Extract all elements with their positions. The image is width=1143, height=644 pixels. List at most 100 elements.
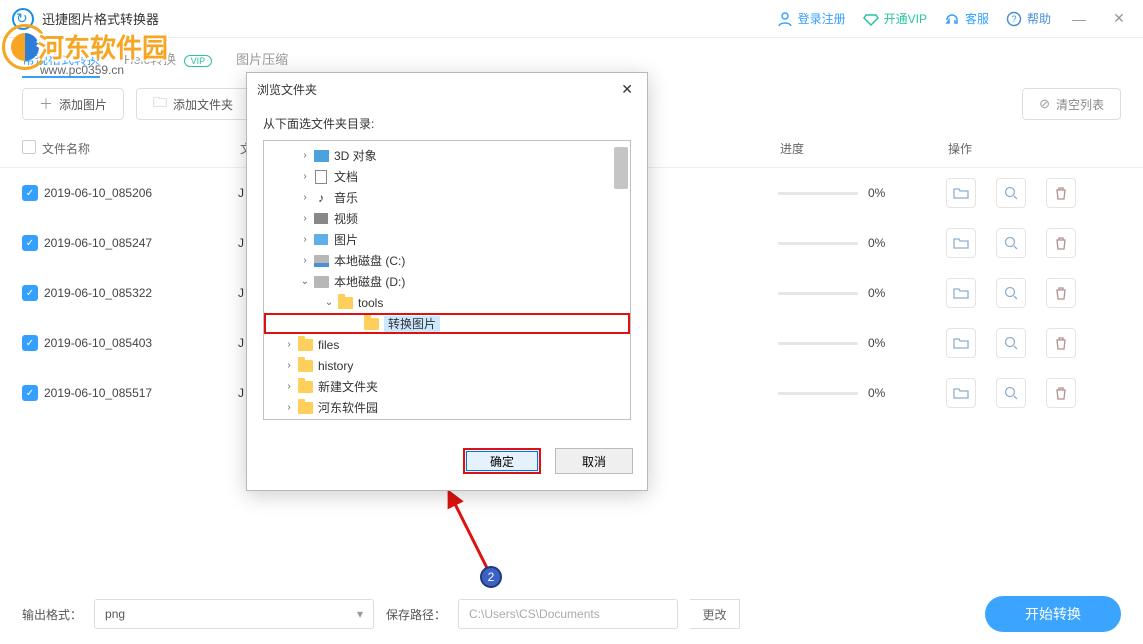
tree-item[interactable]: ›3D 对象 [264,145,630,166]
folder-icon [312,211,330,227]
row-checkbox[interactable]: ✓ [22,285,38,301]
tree-item[interactable]: ›♪音乐 [264,187,630,208]
delete-button[interactable] [1046,328,1076,358]
out-format-value: png [105,607,125,621]
service-label: 客服 [965,10,989,27]
row-checkbox[interactable]: ✓ [22,385,38,401]
open-folder-button[interactable] [946,378,976,408]
vip-label: 开通VIP [884,10,927,27]
progress-bar [778,392,858,395]
login-link[interactable]: 登录注册 [776,10,846,28]
dialog-prompt: 从下面选文件夹目录: [263,115,631,132]
tree-label: 图片 [334,231,358,248]
tree-item[interactable]: ›files [264,334,630,355]
folder-icon [312,232,330,248]
open-folder-button[interactable] [946,228,976,258]
progress-value: 0% [868,186,885,200]
delete-button[interactable] [1046,278,1076,308]
row-checkbox[interactable]: ✓ [22,335,38,351]
row-checkbox[interactable]: ✓ [22,235,38,251]
expand-icon[interactable]: › [282,402,296,413]
preview-button[interactable] [996,178,1026,208]
dialog-ok-button[interactable]: 确定 [463,448,541,474]
preview-button[interactable] [996,278,1026,308]
tree-item[interactable]: › history [264,355,630,376]
folder-icon [336,295,354,311]
select-all-checkbox[interactable] [22,140,36,154]
dialog-close-icon[interactable]: ✕ [617,81,637,98]
tree-item[interactable]: ⌄tools [264,292,630,313]
expand-icon[interactable]: › [282,381,296,392]
service-link[interactable]: 客服 [943,10,989,28]
expand-icon[interactable]: ⌄ [322,297,336,308]
expand-icon[interactable]: › [282,339,296,350]
delete-button[interactable] [1046,228,1076,258]
tree-item[interactable]: ›视频 [264,208,630,229]
tree-label: history [318,359,353,373]
minimize-button[interactable]: — [1067,7,1091,31]
folder-icon [296,337,314,353]
expand-icon[interactable]: ⌄ [298,276,312,287]
help-link[interactable]: ? 帮助 [1005,10,1051,28]
preview-button[interactable] [996,228,1026,258]
expand-icon[interactable]: › [298,213,312,224]
chevron-down-icon: ▾ [357,607,363,621]
delete-button[interactable] [1046,378,1076,408]
col-filename: 文件名称 [42,140,240,157]
folder-icon [312,169,330,185]
expand-icon[interactable]: › [298,150,312,161]
tree-label: 河东软件园 [318,399,378,416]
expand-icon[interactable]: › [282,360,296,371]
expand-icon[interactable]: › [298,234,312,245]
clear-list-button[interactable]: ⊘ 清空列表 [1022,88,1121,120]
tree-item[interactable]: ›新建文件夹 [264,376,630,397]
tree-item[interactable]: ⌄本地磁盘 (D:) [264,271,630,292]
save-path-value: C:\Users\CS\Documents [469,607,600,621]
change-path-button[interactable]: 更改 [690,599,740,629]
row-checkbox[interactable]: ✓ [22,185,38,201]
tree-item[interactable]: 转换图片 [264,313,630,334]
expand-icon[interactable]: › [298,192,312,203]
col-progress: 进度 [780,140,948,157]
row-filename: 2019-06-10_085247 [44,236,238,250]
row-filename: 2019-06-10_085322 [44,286,238,300]
preview-button[interactable] [996,328,1026,358]
tree-item[interactable]: › 图片 [264,229,630,250]
vip-link[interactable]: 开通VIP [862,10,927,28]
progress-value: 0% [868,286,885,300]
vip-badge-icon: VIP [184,55,213,67]
dialog-cancel-button[interactable]: 取消 [555,448,633,474]
progress-value: 0% [868,336,885,350]
row-filename: 2019-06-10_085517 [44,386,238,400]
browse-folder-dialog: 浏览文件夹 ✕ 从下面选文件夹目录: ›3D 对象›文档›♪音乐›视频›图片›本… [246,72,648,491]
tree-item[interactable]: › 河东软件园 [264,397,630,418]
out-format-select[interactable]: png ▾ [94,599,374,629]
folder-icon [362,316,380,332]
watermark-brand-icon [2,24,48,70]
expand-icon[interactable]: › [298,255,312,266]
plus-icon: ＋ [39,94,53,114]
preview-button[interactable] [996,378,1026,408]
open-folder-button[interactable] [946,178,976,208]
progress-bar [778,242,858,245]
tree-label: 音乐 [334,189,358,206]
add-image-button[interactable]: ＋ 添加图片 [22,88,124,120]
expand-icon[interactable]: › [298,171,312,182]
open-folder-button[interactable] [946,328,976,358]
tab-heic[interactable]: Heic转换 VIP [124,39,212,78]
folder-tree[interactable]: ›3D 对象›文档›♪音乐›视频›图片›本地磁盘 (C:)⌄本地磁盘 (D:)⌄… [263,140,631,420]
run-convert-button[interactable]: 开始转换 [985,596,1121,632]
close-button[interactable]: ✕ [1107,7,1131,31]
clear-icon: ⊘ [1039,96,1050,112]
folder-icon [296,379,314,395]
delete-button[interactable] [1046,178,1076,208]
add-folder-button[interactable]: 🗀 添加文件夹 [136,88,250,120]
open-folder-button[interactable] [946,278,976,308]
tree-item[interactable]: ›文档 [264,166,630,187]
headset-icon [943,10,961,28]
folder-icon [312,253,330,269]
out-format-label: 输出格式： [22,606,82,623]
scrollbar-thumb[interactable] [614,147,628,189]
tree-item[interactable]: ›本地磁盘 (C:) [264,250,630,271]
clear-list-label: 清空列表 [1056,96,1104,113]
